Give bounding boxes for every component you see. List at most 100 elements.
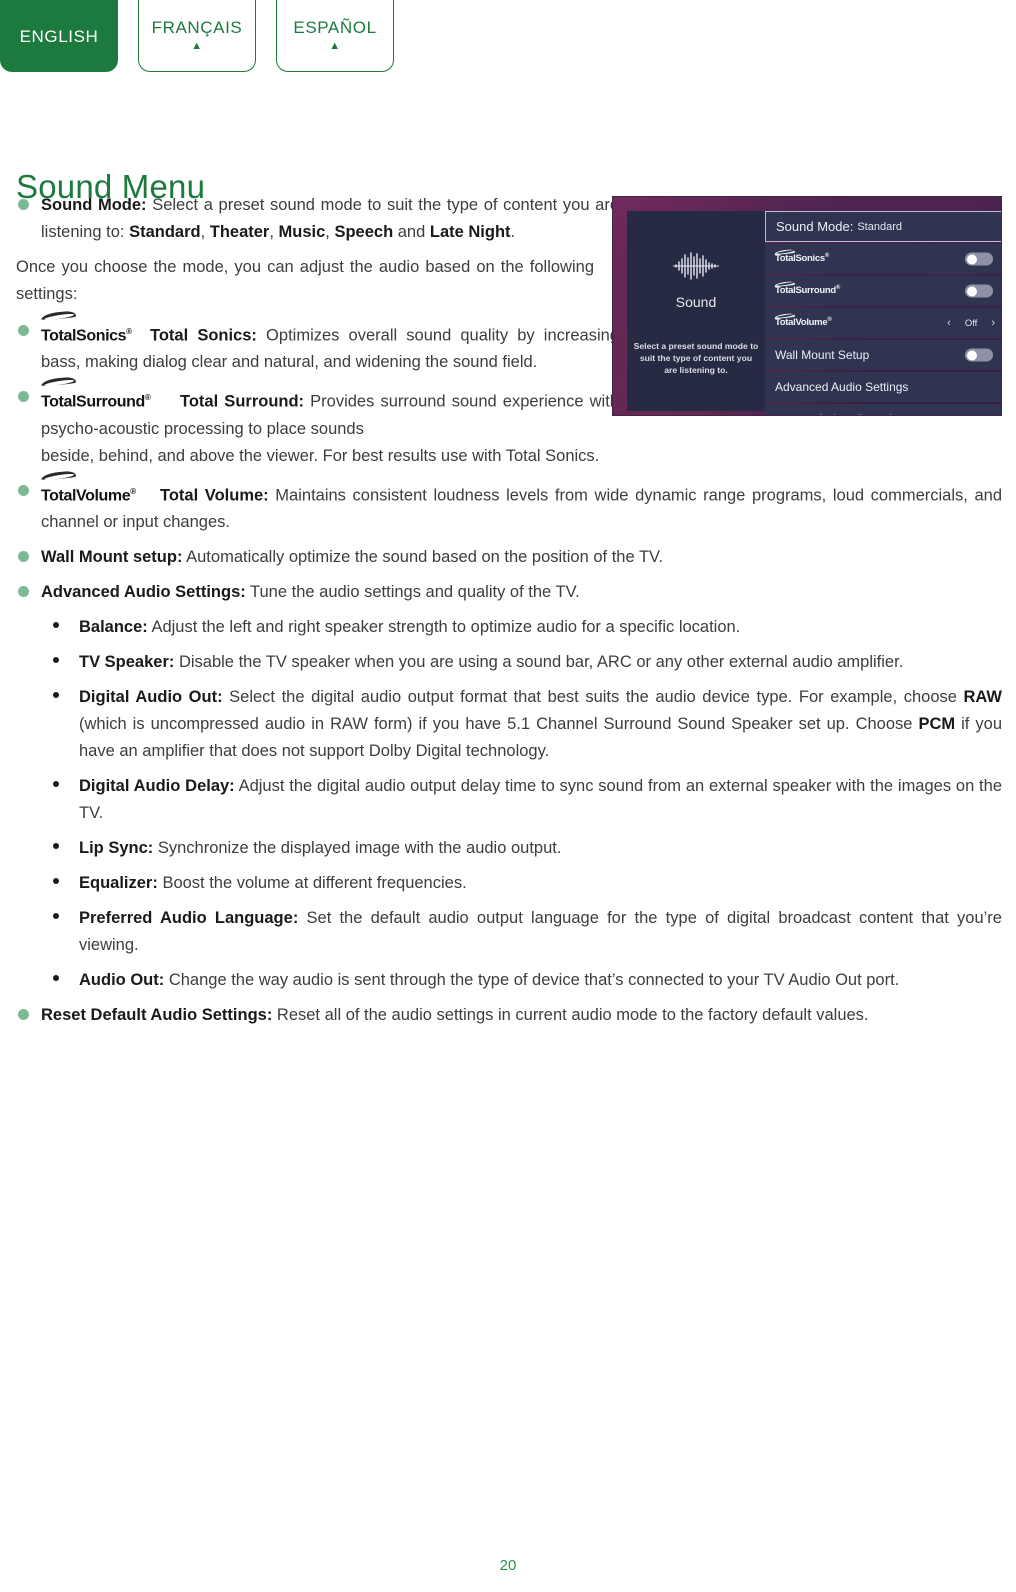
- sound-mode-option-standard: Standard: [129, 223, 201, 241]
- sub-list-item-preferred-audio-language: Preferred Audio Language: Set the defaul…: [16, 905, 1002, 959]
- total-volume-term: Total Volume:: [160, 485, 269, 504]
- total-surround-paragraph-narrow: TotalSurround® Total Surround: Provides s…: [41, 376, 619, 442]
- sep: .: [510, 223, 516, 241]
- toggle-knob: [966, 350, 977, 360]
- equalizer-text: Boost the volume at different frequencie…: [157, 873, 467, 892]
- total-volume-logo: TotalVolume®: [41, 470, 157, 509]
- logo-word-1: Total: [41, 393, 77, 411]
- logo-word-1: Total: [775, 317, 796, 329]
- sub-list-item-digital-audio-delay: Digital Audio Delay: Adjust the digital …: [16, 773, 1002, 827]
- language-tab-espanol-label: ESPAÑOL: [293, 18, 377, 37]
- tv-stepper-value: Off: [964, 317, 978, 329]
- advanced-audio-text: Tune the audio settings and quality of t…: [245, 582, 580, 601]
- total-surround-logo: TotalSurround®: [774, 281, 840, 297]
- audio-out-paragraph: Audio Out: Change the way audio is sent …: [79, 967, 1002, 994]
- chevron-right-icon[interactable]: ›: [991, 317, 995, 329]
- logo-word-1: Total: [41, 327, 77, 345]
- digital-audio-out-term: Digital Audio Out:: [79, 687, 223, 706]
- digital-audio-out-paragraph: Digital Audio Out: Select the digital au…: [79, 684, 1002, 765]
- reset-default-paragraph: Reset Default Audio Settings: Reset all …: [41, 1002, 1002, 1029]
- tv-row-sound-mode-label: Sound Mode:: [776, 219, 854, 234]
- sound-mode-option-theater: Theater: [209, 223, 270, 241]
- sub-list-item-tv-speaker: TV Speaker: Disable the TV speaker when …: [16, 649, 1002, 676]
- sub-list-item-digital-audio-out: Digital Audio Out: Select the digital au…: [16, 684, 1002, 765]
- list-item-wall-mount-setup: Wall Mount setup: Automatically optimize…: [16, 544, 1002, 571]
- language-tab-espanol[interactable]: ESPAÑOL ▲: [276, 0, 394, 72]
- tv-stepper-total-volume[interactable]: ‹ Off ›: [947, 317, 995, 329]
- tv-row-wall-mount-setup[interactable]: Wall Mount Setup: [765, 340, 1001, 370]
- sound-mode-option-speech: Speech: [334, 223, 394, 241]
- advanced-audio-paragraph: Advanced Audio Settings: Tune the audio …: [41, 579, 1002, 606]
- chevron-left-icon[interactable]: ‹: [947, 317, 951, 329]
- tv-row-total-surround[interactable]: TotalSurround®: [765, 276, 1001, 306]
- language-tab-francais[interactable]: FRANÇAIS ▲: [138, 0, 256, 72]
- tv-row-advanced-audio-settings-label: Advanced Audio Settings: [775, 380, 909, 394]
- sound-mode-option-music: Music: [278, 223, 326, 241]
- sep: ,: [200, 223, 210, 241]
- bullet-dot-icon: [53, 974, 59, 981]
- tv-row-reset-default-audio-settings-label: Reset Default Audio Settings: [775, 413, 909, 415]
- registered-mark: ®: [827, 317, 832, 324]
- tv-row-total-volume[interactable]: TotalVolume® ‹ Off ›: [765, 308, 1001, 338]
- tv-row-reset-default-audio-settings[interactable]: Reset Default Audio Settings: [765, 404, 1001, 415]
- bullet-dot-icon: [53, 842, 59, 849]
- sub-list-item-equalizer: Equalizer: Boost the volume at different…: [16, 870, 1002, 897]
- logo-word-2: Volume: [76, 486, 131, 504]
- equalizer-term: Equalizer:: [79, 873, 158, 892]
- bullet-dot-icon: [53, 691, 59, 698]
- digital-audio-out-raw: RAW: [963, 687, 1003, 706]
- preferred-audio-language-term: Preferred Audio Language:: [79, 908, 299, 927]
- tv-row-total-sonics[interactable]: TotalSonics®: [765, 244, 1001, 274]
- toggle-knob: [966, 254, 977, 264]
- bullet-dot-icon: [53, 656, 59, 663]
- sound-mode-option-late-night: Late Night: [429, 223, 511, 241]
- sound-mode-term: Sound Mode:: [41, 196, 147, 214]
- language-tab-francais-label: FRANÇAIS: [151, 18, 243, 37]
- bullet-dot-icon: [18, 1008, 29, 1020]
- bullet-dot-icon: [53, 877, 59, 884]
- total-volume-paragraph: TotalVolume® Total Volume: Maintains cons…: [41, 470, 1002, 536]
- list-item-advanced-audio-settings: Advanced Audio Settings: Tune the audio …: [16, 579, 1002, 606]
- reset-default-term: Reset Default Audio Settings:: [41, 1005, 273, 1024]
- total-sonics-paragraph: TotalSonics® Total Sonics: Optimizes over…: [41, 310, 619, 376]
- sub-list-item-audio-out: Audio Out: Change the way audio is sent …: [16, 967, 1002, 994]
- wall-mount-term: Wall Mount setup:: [41, 547, 183, 566]
- registered-mark: ®: [144, 393, 151, 403]
- logo-swoosh-icon: [41, 310, 77, 321]
- logo-word-2: Surround: [76, 393, 145, 411]
- tv-speaker-term: TV Speaker:: [79, 652, 175, 671]
- sub-list-item-balance: Balance: Adjust the left and right speak…: [16, 614, 1002, 641]
- sep: ,: [269, 223, 279, 241]
- total-volume-logo: TotalVolume®: [774, 313, 832, 329]
- lip-sync-paragraph: Lip Sync: Synchronize the displayed imag…: [79, 835, 1002, 862]
- bullet-dot-icon: [53, 621, 59, 628]
- balance-paragraph: Balance: Adjust the left and right speak…: [79, 614, 1002, 641]
- advanced-audio-term: Advanced Audio Settings:: [41, 582, 246, 601]
- digital-audio-out-text-a: Select the digital audio output format t…: [222, 687, 964, 706]
- toggle-knob: [966, 286, 977, 296]
- tv-panel-title: Sound: [675, 294, 717, 310]
- lip-sync-text: Synchronize the displayed image with the…: [153, 838, 562, 857]
- registered-mark: ®: [824, 253, 829, 260]
- bullet-dot-icon: [18, 484, 29, 496]
- logo-word-2: Sonics: [76, 327, 127, 345]
- sound-mode-paragraph: Sound Mode: Select a preset sound mode t…: [41, 192, 619, 246]
- logo-word-1: Total: [775, 285, 796, 297]
- tv-toggle-total-sonics[interactable]: [965, 252, 993, 266]
- tv-row-sound-mode[interactable]: Sound Mode: Standard: [765, 211, 1001, 242]
- reset-default-text: Reset all of the audio settings in curre…: [272, 1005, 869, 1024]
- sub-list-item-lip-sync: Lip Sync: Synchronize the displayed imag…: [16, 835, 1002, 862]
- tv-toggle-total-surround[interactable]: [965, 284, 993, 298]
- tv-toggle-wall-mount-setup[interactable]: [965, 348, 993, 362]
- balance-term: Balance:: [79, 617, 148, 636]
- digital-audio-delay-paragraph: Digital Audio Delay: Adjust the digital …: [79, 773, 1002, 827]
- total-sonics-logo: TotalSonics®: [41, 310, 147, 349]
- tv-row-advanced-audio-settings[interactable]: Advanced Audio Settings: [765, 372, 1001, 402]
- list-item-total-volume: TotalVolume® Total Volume: Maintains cons…: [16, 470, 1002, 536]
- bullet-dot-icon: [18, 550, 29, 562]
- language-tab-english-label: ENGLISH: [19, 26, 99, 46]
- total-surround-term: Total Surround:: [180, 392, 305, 411]
- logo-word-2: Sonics: [795, 253, 826, 265]
- bullet-dot-icon: [18, 199, 29, 210]
- language-tab-english[interactable]: ENGLISH: [0, 0, 118, 72]
